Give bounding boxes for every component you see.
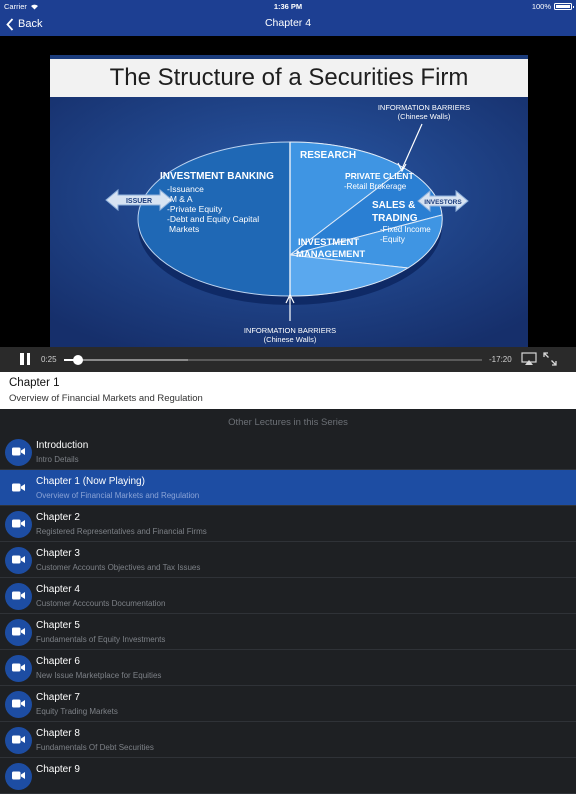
ib-item-1: -Issuance — [167, 184, 204, 194]
lecture-title: Chapter 9 — [36, 764, 80, 775]
pause-icon-bar-left — [20, 353, 24, 365]
lectures-section-header: Other Lectures in this Series — [228, 417, 348, 428]
ib-item-3: -Private Equity — [167, 204, 223, 214]
video-camera-icon — [5, 582, 32, 610]
back-label: Back — [18, 18, 43, 30]
chinese-walls-top-label: (Chinese Walls) — [398, 112, 451, 121]
playback-controls: 0:25 -17:20 — [0, 347, 576, 372]
lecture-row-introduction[interactable]: Introduction Intro Details — [0, 434, 576, 470]
lecture-title: Chapter 7 — [36, 692, 80, 703]
video-player[interactable]: The Structure of a Securities Firm ISSUE… — [0, 36, 576, 372]
chevron-left-icon — [6, 17, 14, 31]
lecture-row-chapter-6[interactable]: Chapter 6 New Issue Marketplace for Equi… — [0, 650, 576, 686]
lecture-title: Chapter 4 — [36, 584, 80, 595]
lecture-row-chapter-2[interactable]: Chapter 2 Registered Representatives and… — [0, 506, 576, 542]
lecture-subtitle: New Issue Marketplace for Equities — [36, 671, 162, 680]
status-time: 1:36 PM — [273, 2, 303, 11]
sales-trading-label-1: SALES & — [372, 200, 415, 211]
ib-item-4: -Debt and Equity Capital — [167, 214, 259, 224]
video-camera-icon — [5, 762, 32, 790]
info-barriers-bottom-label: INFORMATION BARRIERS — [244, 326, 336, 335]
video-camera-icon — [5, 690, 32, 718]
lecture-row-chapter-3[interactable]: Chapter 3 Customer Accounts Objectives a… — [0, 542, 576, 578]
management-label: MANAGEMENT — [296, 249, 365, 260]
video-camera-icon — [5, 618, 32, 646]
ib-item-5: Markets — [169, 224, 199, 234]
video-camera-icon — [5, 510, 32, 538]
lecture-subtitle: Equity Trading Markets — [36, 707, 118, 716]
lecture-row-chapter-1[interactable]: Chapter 1 (Now Playing) Overview of Fina… — [0, 470, 576, 506]
lecture-subtitle: Overview of Financial Markets and Regula… — [36, 491, 200, 500]
page-title: Chapter 4 — [264, 17, 312, 29]
video-camera-icon — [5, 438, 32, 466]
video-camera-icon — [5, 546, 32, 574]
lecture-row-chapter-5[interactable]: Chapter 5 Fundamentals of Equity Investm… — [0, 614, 576, 650]
investors-label: INVESTORS — [424, 199, 462, 206]
video-camera-icon — [5, 726, 32, 754]
lecture-subtitle: Intro Details — [36, 455, 79, 464]
lecture-title: Chapter 8 — [36, 728, 80, 739]
lecture-title: Chapter 1 (Now Playing) — [36, 476, 145, 487]
battery-icon — [554, 3, 574, 10]
lecture-row-chapter-8[interactable]: Chapter 8 Fundamentals Of Debt Securitie… — [0, 722, 576, 758]
status-bar: Carrier 1:36 PM 100% — [0, 0, 576, 12]
lecture-list: Introduction Intro Details Chapter 1 (No… — [0, 434, 576, 794]
current-lecture-subtitle: Overview of Financial Markets and Regula… — [9, 393, 203, 404]
retail-brokerage-label: -Retail Brokerage — [344, 182, 407, 191]
lecture-title: Introduction — [36, 440, 89, 451]
remaining-time: -17:20 — [489, 355, 512, 364]
chinese-walls-bottom-label: (Chinese Walls) — [264, 335, 317, 344]
battery-percent: 100% — [531, 2, 551, 11]
slide-title: The Structure of a Securities Firm — [50, 59, 528, 97]
fullscreen-icon[interactable] — [543, 352, 557, 366]
lecture-title: Chapter 5 — [36, 620, 80, 631]
research-label: RESEARCH — [300, 150, 356, 161]
lecture-subtitle: Fundamentals Of Debt Securities — [36, 743, 154, 752]
lecture-row-chapter-7[interactable]: Chapter 7 Equity Trading Markets — [0, 686, 576, 722]
investment-label: INVESTMENT — [298, 237, 359, 248]
video-frame-slide: The Structure of a Securities Firm ISSUE… — [50, 55, 528, 347]
investment-banking-label: INVESTMENT BANKING — [160, 171, 274, 182]
battery-indicator: 100% — [531, 2, 574, 11]
current-lecture-card: Chapter 1 Overview of Financial Markets … — [0, 372, 576, 409]
issuer-label: ISSUER — [126, 198, 152, 205]
airplay-icon[interactable] — [521, 352, 537, 366]
progress-track[interactable] — [64, 359, 482, 361]
fixed-income-label: -Fixed Income — [380, 225, 431, 234]
lecture-title: Chapter 2 — [36, 512, 80, 523]
lecture-subtitle: Customer Accounts Objectives and Tax Iss… — [36, 563, 201, 572]
ib-item-2: -M & A — [167, 194, 193, 204]
back-button[interactable]: Back — [6, 15, 42, 33]
info-barriers-top-label: INFORMATION BARRIERS — [378, 103, 470, 112]
sales-trading-label-2: TRADING — [372, 213, 418, 224]
private-client-label: PRIVATE CLIENT — [345, 171, 414, 181]
lecture-subtitle: Fundamentals of Equity Investments — [36, 635, 166, 644]
pause-icon-bar-right — [26, 353, 30, 365]
video-camera-icon — [5, 654, 32, 682]
lecture-row-chapter-4[interactable]: Chapter 4 Customer Acccounts Documentati… — [0, 578, 576, 614]
progress-scrubber[interactable] — [73, 355, 83, 365]
lecture-row-chapter-9[interactable]: Chapter 9 — [0, 758, 576, 794]
lecture-subtitle: Registered Representatives and Financial… — [36, 527, 207, 536]
securities-firm-diagram: ISSUER INVESTORS INFORMATION BARRIERS (C… — [50, 97, 528, 347]
elapsed-time: 0:25 — [41, 355, 57, 364]
lecture-title: Chapter 3 — [36, 548, 80, 559]
equity-label: -Equity — [380, 235, 405, 244]
current-lecture-title: Chapter 1 — [9, 377, 60, 389]
navigation-bar: Back Chapter 4 — [0, 12, 576, 36]
video-camera-icon — [5, 475, 32, 502]
lecture-title: Chapter 6 — [36, 656, 80, 667]
pause-button[interactable] — [18, 353, 32, 366]
lecture-subtitle: Customer Acccounts Documentation — [36, 599, 166, 608]
